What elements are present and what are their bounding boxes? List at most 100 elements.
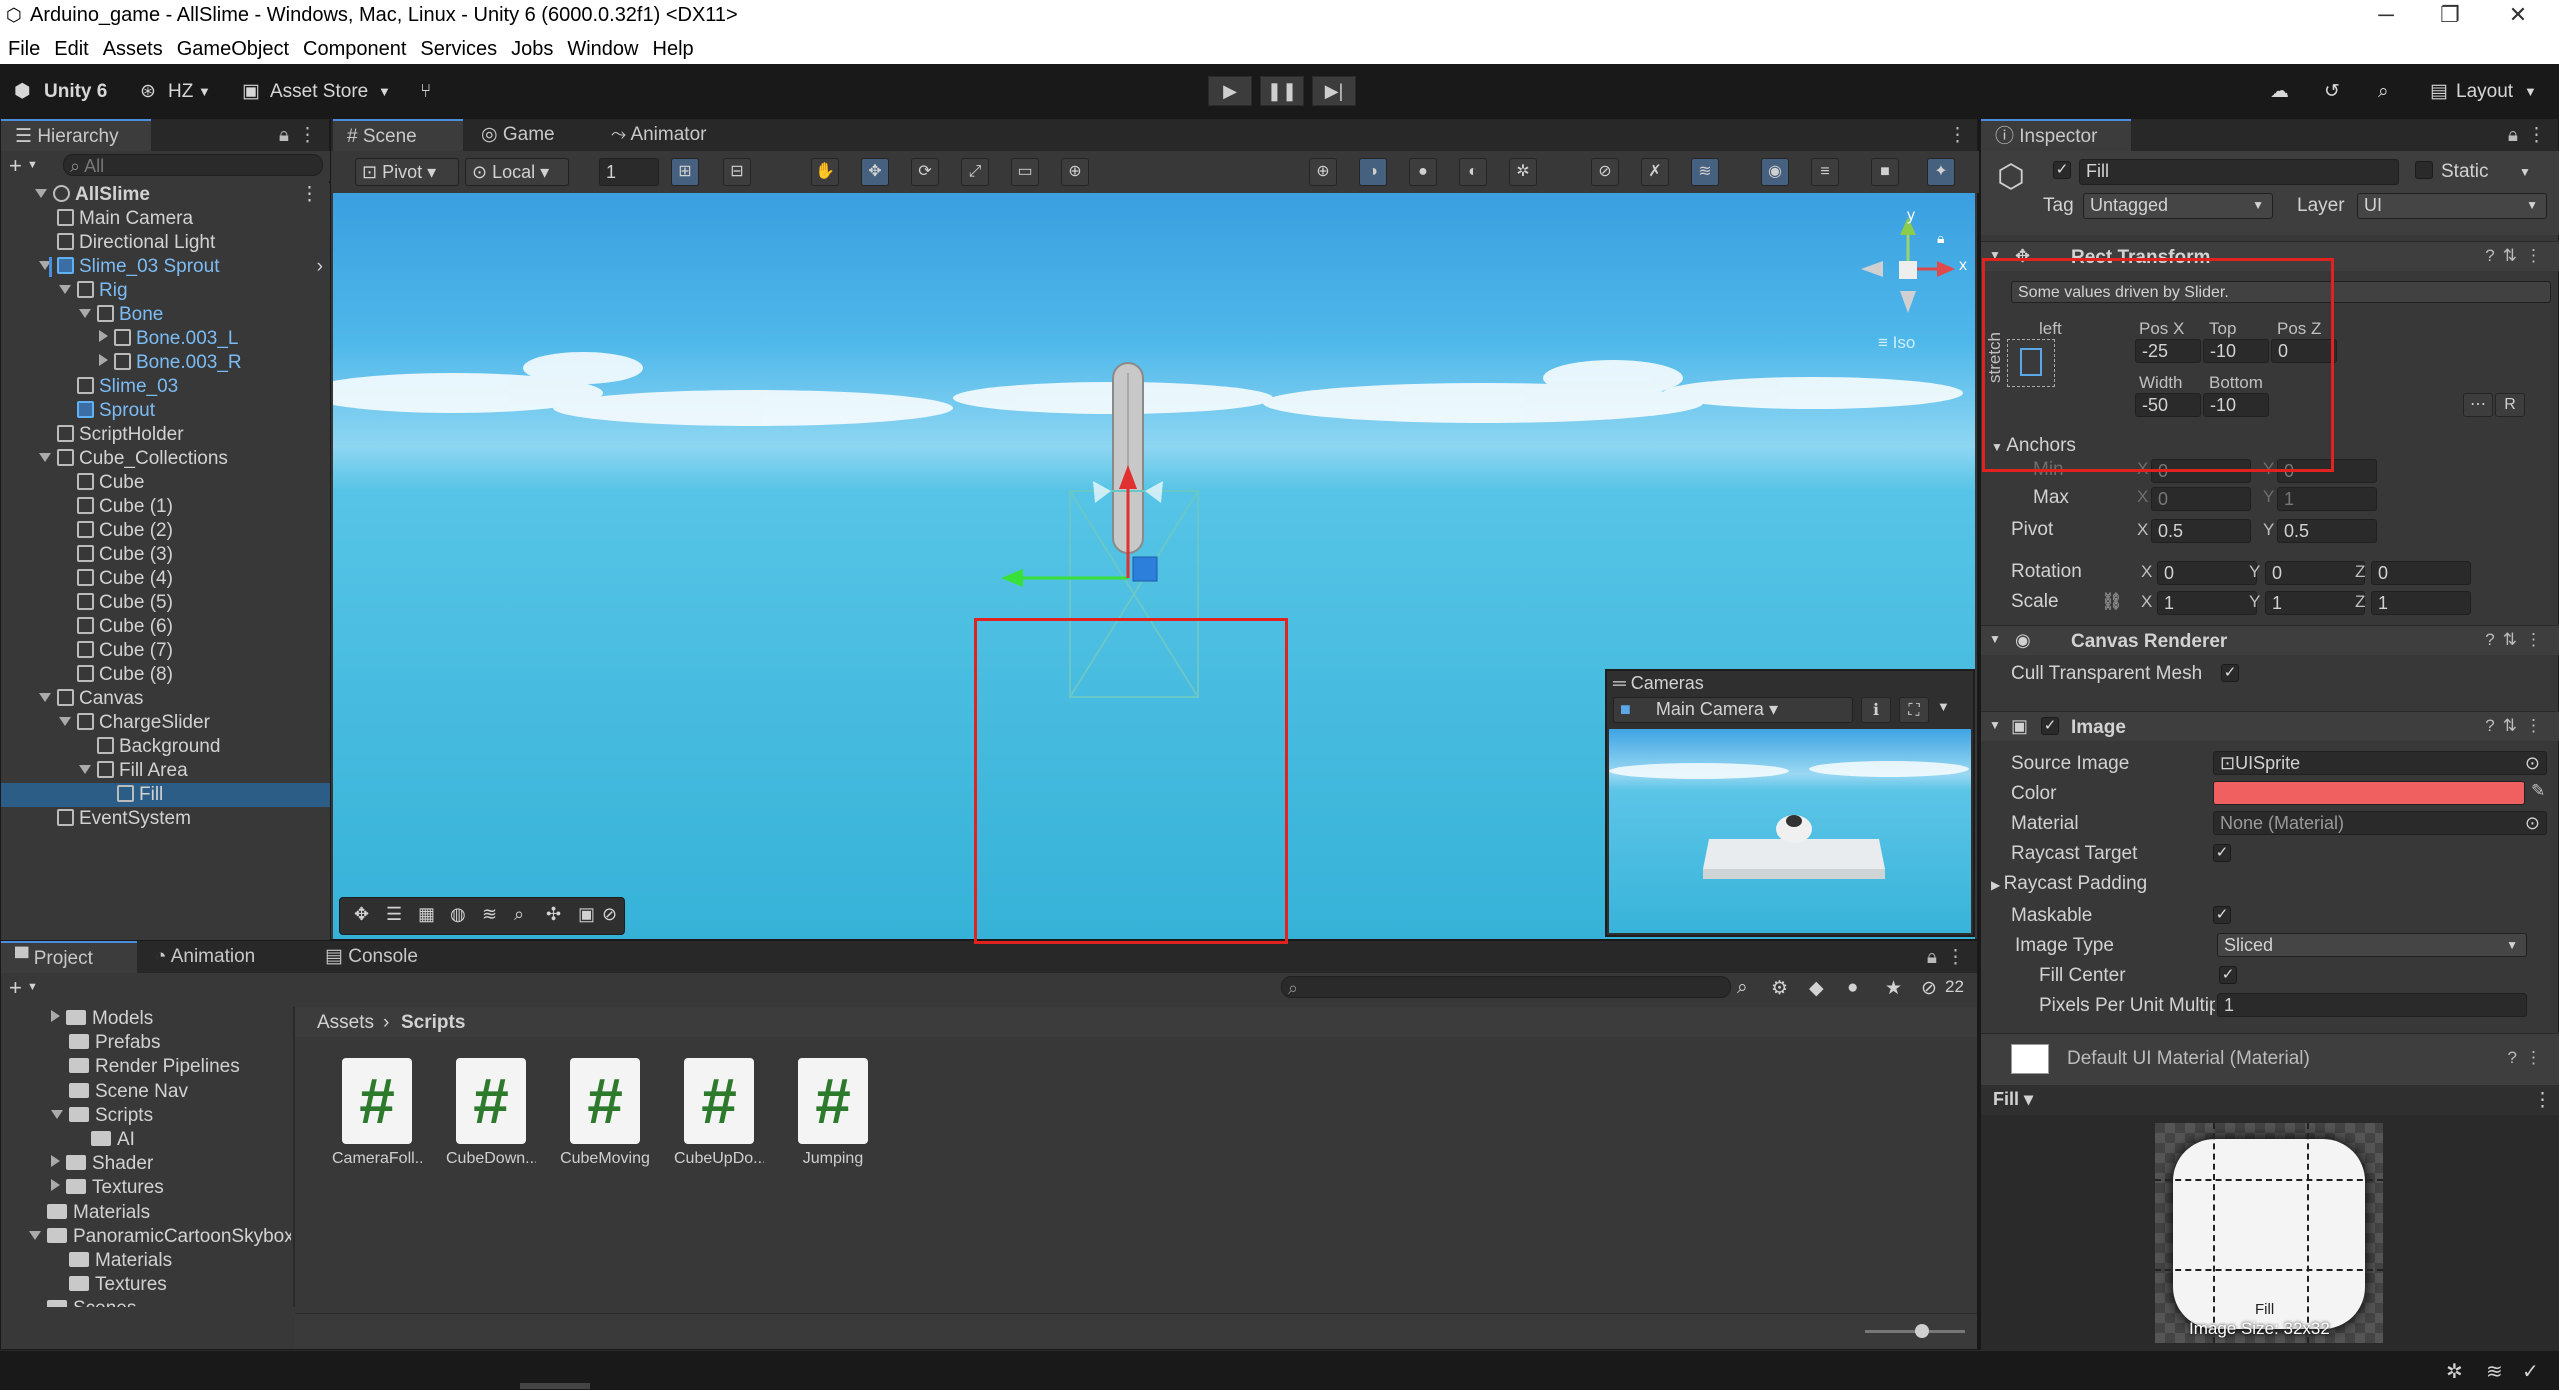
play-button[interactable]: ▶ [1208, 76, 1252, 106]
menu-gameobject[interactable]: GameObject [177, 38, 289, 61]
hierarchy-item[interactable]: ChargeSlider [1, 711, 331, 735]
warning-icon[interactable]: ● [1847, 977, 1858, 999]
grid-overlay-icon[interactable]: ▦ [418, 904, 435, 925]
layer-dropdown[interactable]: UI ▼ [2357, 193, 2547, 219]
tag-dropdown[interactable]: Untagged ▼ [2083, 193, 2273, 219]
transform-tool-icon[interactable]: ⊕ [1061, 158, 1089, 186]
breadcrumb-scripts[interactable]: Scripts [401, 1012, 465, 1034]
hidden-packages-icon[interactable]: ⊘ [1921, 977, 1937, 1000]
info-icon[interactable]: ℹ [1861, 697, 1891, 723]
lock-icon[interactable]: 🔒︎ [2508, 125, 2518, 147]
project-folder-item[interactable]: Render Pipelines [1, 1055, 291, 1079]
script-asset[interactable]: # CubeUpDo... [674, 1058, 764, 1168]
chevron-down-icon[interactable] [29, 1230, 41, 1240]
snap-settings-icon[interactable]: ⊟ [723, 158, 751, 186]
project-folder-item[interactable]: Prefabs [1, 1031, 291, 1055]
chevron-right-icon[interactable] [51, 1155, 60, 1168]
posz-field[interactable]: 0 [2271, 339, 2337, 363]
nav-overlay-icon[interactable]: ✣ [546, 904, 561, 925]
globe-overlay-icon[interactable]: ◍ [450, 904, 466, 925]
eyedropper-icon[interactable]: ✎ [2531, 781, 2545, 801]
anchor-presets-button[interactable] [2007, 339, 2055, 387]
breadcrumb-assets[interactable]: Assets [317, 1012, 374, 1034]
fill-center-checkbox[interactable]: ✓ [2219, 966, 2237, 984]
static-checkbox[interactable] [2415, 161, 2433, 179]
image-enabled-checkbox[interactable]: ✓ [2041, 717, 2059, 735]
material-field[interactable]: None (Material) ⊙ [2213, 811, 2547, 835]
tab-animation[interactable]: ◔ Animation [141, 941, 301, 973]
project-folder-item[interactable]: Textures [1, 1176, 291, 1200]
maximize-button[interactable]: ❐ [2420, 2, 2480, 28]
chevron-down-icon[interactable] [39, 693, 51, 702]
object-picker-icon[interactable]: ⊙ [2525, 812, 2540, 834]
hierarchy-search-input[interactable]: ⌕ All [63, 154, 323, 176]
component-header-icons[interactable]: ?⇅⋮ [2485, 630, 2550, 650]
expand-icon[interactable]: ⛶ [1899, 697, 1929, 723]
chevron-down-icon[interactable] [51, 1109, 63, 1119]
align-overlay-icon[interactable]: ☰ [386, 904, 402, 925]
search-icon[interactable]: ⌕ [2378, 76, 2389, 108]
favorite-icon[interactable]: ★ [1885, 977, 1902, 1000]
menu-help[interactable]: Help [653, 38, 694, 61]
rotate-tool-icon[interactable]: ⟳ [911, 158, 939, 186]
move-tool-icon[interactable]: ✥ [861, 158, 889, 186]
more-icon[interactable]: ⋮ [2527, 124, 2546, 147]
top-field[interactable]: -10 [2203, 339, 2269, 363]
tab-inspector[interactable]: ⓘ Inspector [1981, 119, 2131, 151]
component-header-icons[interactable]: ?⋮ [2508, 1048, 2550, 1068]
layout-dropdown[interactable]: Layout [2456, 76, 2513, 108]
shading-solid-icon[interactable]: ● [1409, 158, 1437, 186]
snap-increment-input[interactable]: 1 [599, 158, 659, 186]
rotation-z-field[interactable]: 0 [2371, 561, 2471, 585]
more-icon[interactable]: ⋮ [1946, 946, 1965, 969]
chevron-right-icon[interactable] [99, 330, 108, 342]
camera-overlay-icon[interactable]: ▣ [578, 904, 595, 925]
tab-scene[interactable]: # Scene [333, 119, 463, 151]
scale-x-field[interactable]: 1 [2157, 591, 2257, 615]
hierarchy-item[interactable]: Cube (8) [1, 663, 331, 687]
menu-window[interactable]: Window [567, 38, 638, 61]
hierarchy-item[interactable]: Rig [1, 279, 331, 303]
hierarchy-item[interactable]: Cube (5) [1, 591, 331, 615]
version-control-icon[interactable]: ⑂ [420, 76, 431, 108]
scale-y-field[interactable]: 1 [2265, 591, 2365, 615]
ppu-field[interactable]: 1 [2217, 993, 2527, 1017]
history-icon[interactable]: ↺ [2324, 76, 2340, 108]
zoom-overlay-icon[interactable]: ⌕ [514, 904, 524, 925]
progress-ok-icon[interactable]: ✓ [2522, 1359, 2539, 1384]
add-icon[interactable]: + [9, 153, 22, 179]
raycast-padding-foldout[interactable]: ▶ Raycast Padding [1991, 873, 2147, 895]
posx-field[interactable]: -25 [2135, 339, 2201, 363]
cull-transparent-checkbox[interactable]: ✓ [2221, 664, 2239, 682]
more-icon[interactable]: ⋮ [2533, 1089, 2552, 1112]
chevron-right-icon[interactable] [51, 1179, 60, 1192]
maskable-checkbox[interactable]: ✓ [2213, 906, 2231, 924]
2d-toggle-icon[interactable]: ⊘ [1591, 158, 1619, 186]
shading-wire-icon[interactable]: ◑ [1359, 158, 1387, 186]
pivot-x-field[interactable]: 0.5 [2151, 519, 2251, 543]
menu-jobs[interactable]: Jobs [511, 38, 553, 61]
hierarchy-item[interactable]: Directional Light [1, 231, 331, 255]
active-checkbox[interactable]: ✓ [2053, 161, 2071, 179]
rotation-x-field[interactable]: 0 [2157, 561, 2257, 585]
tab-animator[interactable]: ⤳ Animator [597, 119, 737, 151]
project-folder-item[interactable]: Materials [1, 1201, 291, 1225]
hierarchy-item[interactable]: Sprout [1, 399, 331, 423]
zoom-slider-handle[interactable] [1915, 1324, 1929, 1338]
hierarchy-item[interactable]: Main Camera [1, 207, 331, 231]
menu-services[interactable]: Services [420, 38, 497, 61]
tab-console[interactable]: ▤ Console [311, 941, 451, 973]
gizmos-icon[interactable]: ✦ [1927, 158, 1955, 186]
local-dropdown[interactable]: ⊙ Local ▾ [465, 158, 569, 186]
menu-component[interactable]: Component [303, 38, 406, 61]
material-section-header[interactable]: Default UI Material (Material) ?⋮ [1981, 1033, 2559, 1085]
hand-tool-icon[interactable]: ✋ [811, 158, 839, 186]
raw-edit-button[interactable]: R [2495, 393, 2525, 417]
project-folder-item[interactable]: Textures [1, 1273, 291, 1297]
menu-assets[interactable]: Assets [103, 38, 163, 61]
image-header[interactable]: ▼ ▣ ✓ Image ?⇅⋮ [1981, 711, 2559, 741]
effects-icon[interactable]: ≡ [1811, 158, 1839, 186]
project-folder-item[interactable]: Models [1, 1007, 291, 1031]
grid-snap-icon[interactable]: ⊞ [671, 158, 699, 186]
pivot-dropdown[interactable]: ⊡ Pivot ▾ [355, 158, 459, 186]
